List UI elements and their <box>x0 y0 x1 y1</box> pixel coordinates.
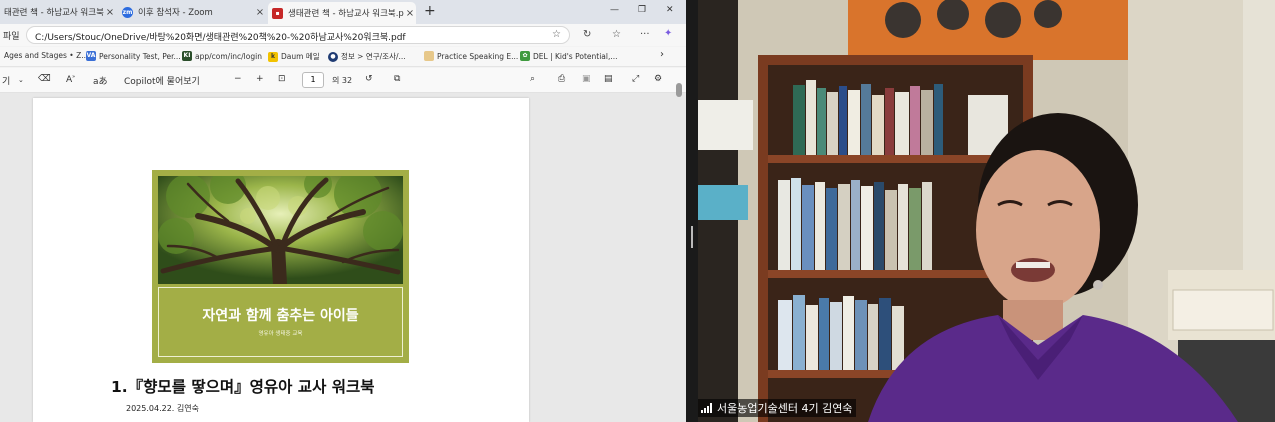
participant-video-frame <box>698 0 1275 422</box>
favorite-star-icon[interactable]: ☆ <box>552 29 561 40</box>
bookmark-practice-speaking[interactable]: Practice Speaking E... <box>424 51 518 61</box>
zoom-in-icon[interactable]: + <box>256 74 264 84</box>
bookmark-daum-icon: k <box>268 51 278 62</box>
divider-grip-handle[interactable] <box>691 226 693 248</box>
bookmark-research-info[interactable]: ● 정보 > 연구/조사/... <box>328 51 406 62</box>
document-title: 1.『향모를 땋으며』영유아 교사 워크북 <box>111 378 375 396</box>
bookmark-label: Practice Speaking E... <box>437 51 519 61</box>
rotate-icon[interactable]: ↺ <box>365 74 373 84</box>
bookmark-label: Ages and Stages • Z... <box>4 51 89 60</box>
cover-subtitle: 영유아 생태중 교육 <box>258 331 303 337</box>
bookmark-speaking-icon <box>424 51 434 61</box>
close-icon[interactable]: × <box>404 8 416 19</box>
tab-pdf-previous[interactable]: 태관련 책 - 하남교사 워크북.pd × <box>0 2 116 22</box>
new-tab-plus-icon[interactable]: + <box>424 3 436 19</box>
bookmarks-bar: Ages and Stages • Z... VA Personality Te… <box>0 47 686 67</box>
bookmark-label: app/com/inc/login <box>195 51 262 61</box>
close-icon[interactable]: × <box>104 7 116 18</box>
zoom-video-tile[interactable]: 서울농업기술센터 4기 김연숙 <box>698 0 1275 422</box>
participant-name: 서울농업기술센터 4기 김연숙 <box>717 402 853 415</box>
tree-illustration <box>158 176 403 284</box>
tab-title: 이후 참석자 - Zoom <box>138 8 213 18</box>
copilot-ask-button[interactable]: Copilot에 물어보기 <box>124 74 200 87</box>
bookmark-app-login[interactable]: KI app/com/inc/login <box>182 51 262 61</box>
pane-divider[interactable] <box>686 0 698 422</box>
tab-zoom[interactable]: zm 이후 참석자 - Zoom × <box>118 2 266 22</box>
pdf-favicon-icon: ▪ <box>272 7 283 19</box>
scrollbar-thumb[interactable] <box>676 83 682 97</box>
print-icon[interactable]: ⎙ <box>558 74 565 84</box>
tab-title: 태관련 책 - 하남교사 워크북.pd <box>4 8 104 18</box>
url-text: C:/Users/Stouc/OneDrive/바탕%20화면/생태관련%20책… <box>35 33 406 43</box>
signal-strength-icon <box>701 403 713 413</box>
gear-icon[interactable]: ⚙ <box>654 74 662 84</box>
participant-name-bar: 서울농업기술센터 4기 김연숙 <box>698 399 857 417</box>
page-view-icon[interactable]: ⧉ <box>394 74 400 84</box>
read-aloud-icon[interactable]: A» <box>66 74 75 85</box>
bookmark-label: DEL | Kid's Potential,... <box>533 51 618 61</box>
more-icon[interactable]: ··· <box>640 29 650 40</box>
file-scheme-label: 파일 <box>3 32 20 42</box>
bookmark-del-kids[interactable]: ✿ DEL | Kid's Potential,... <box>520 51 618 61</box>
tab-title: 생태관련 책 - 하남교사 워크북.pd <box>288 9 404 19</box>
tab-pdf-active[interactable]: ▪ 생태관련 책 - 하남교사 워크북.pd × <box>268 2 416 24</box>
page-total-label: 의 32 <box>332 76 353 85</box>
bookmark-label: Personality Test, Per... <box>99 51 181 61</box>
save-as-icon[interactable]: ▤ <box>604 74 613 84</box>
zoom-favicon-icon: zm <box>122 6 133 18</box>
refresh-icon[interactable]: ↻ <box>583 29 591 40</box>
fit-page-icon[interactable]: ⊡ <box>278 74 286 84</box>
close-icon[interactable]: × <box>254 7 266 18</box>
fullscreen-icon[interactable]: ⤢ <box>632 74 639 84</box>
bookmark-ages-stages[interactable]: Ages and Stages • Z... <box>4 51 88 60</box>
chevron-right-icon[interactable]: › <box>660 49 664 60</box>
chevron-down-icon[interactable]: ⌄ <box>18 76 24 84</box>
tab-bar: 태관련 책 - 하남교사 워크북.pd × zm 이후 참석자 - Zoom ×… <box>0 0 686 24</box>
pdf-viewer: 자연과 함께 춤추는 아이들 영유아 생태중 교육 1.『향모를 땋으며』영유아… <box>0 83 686 422</box>
minimize-icon[interactable]: — <box>610 5 619 15</box>
translate-icon[interactable]: aあ <box>93 74 108 87</box>
document-date-author: 2025.04.22. 김연숙 <box>126 404 199 413</box>
restore-icon[interactable]: ❐ <box>638 5 646 15</box>
search-icon[interactable]: ⌕ <box>530 74 535 84</box>
bookmark-label: 정보 > 연구/조사/... <box>341 52 406 61</box>
browser-window: 태관련 책 - 하남교사 워크북.pd × zm 이후 참석자 - Zoom ×… <box>0 0 686 422</box>
draw-icon[interactable]: 기 <box>2 74 10 87</box>
bookmark-label: Daum 메일 <box>281 52 320 61</box>
screen: 태관련 책 - 하남교사 워크북.pd × zm 이후 참석자 - Zoom ×… <box>0 0 1275 422</box>
pdf-page: 자연과 함께 춤추는 아이들 영유아 생태중 교육 1.『향모를 땋으며』영유아… <box>33 98 529 422</box>
zoom-out-icon[interactable]: − <box>234 74 242 84</box>
favorites-icon[interactable]: ☆ <box>612 29 621 40</box>
cover-title-frame: 자연과 함께 춤추는 아이들 영유아 생태중 교육 <box>158 287 403 357</box>
bookmark-gov-icon: ● <box>328 51 338 62</box>
page-number-input[interactable]: 1 <box>302 72 324 88</box>
bookmark-del-icon: ✿ <box>520 51 530 61</box>
copilot-icon[interactable]: ✦ <box>664 28 672 39</box>
bookmark-va-icon: VA <box>86 51 96 61</box>
address-bar[interactable]: C:/Users/Stouc/OneDrive/바탕%20화면/생태관련%20책… <box>26 26 570 44</box>
cover-title: 자연과 함께 춤추는 아이들 <box>202 308 359 324</box>
pdf-toolbar: 기 ⌄ ⌫ A» aあ Copilot에 물어보기 − + ⊡ 1 의 32 ↺… <box>0 68 686 93</box>
save-icon[interactable]: ▣ <box>582 74 591 84</box>
eraser-icon[interactable]: ⌫ <box>38 74 51 84</box>
bookmark-personality-test[interactable]: VA Personality Test, Per... <box>86 51 181 61</box>
tree-canopy-photo <box>158 176 403 284</box>
cover-card: 자연과 함께 춤추는 아이들 영유아 생태중 교육 <box>152 170 409 363</box>
close-window-icon[interactable]: ✕ <box>666 5 674 15</box>
bookmark-ki-icon: KI <box>182 51 192 61</box>
address-row: 파일 C:/Users/Stouc/OneDrive/바탕%20화면/생태관련%… <box>0 24 686 46</box>
bookmark-daum-mail[interactable]: k Daum 메일 <box>268 51 320 62</box>
